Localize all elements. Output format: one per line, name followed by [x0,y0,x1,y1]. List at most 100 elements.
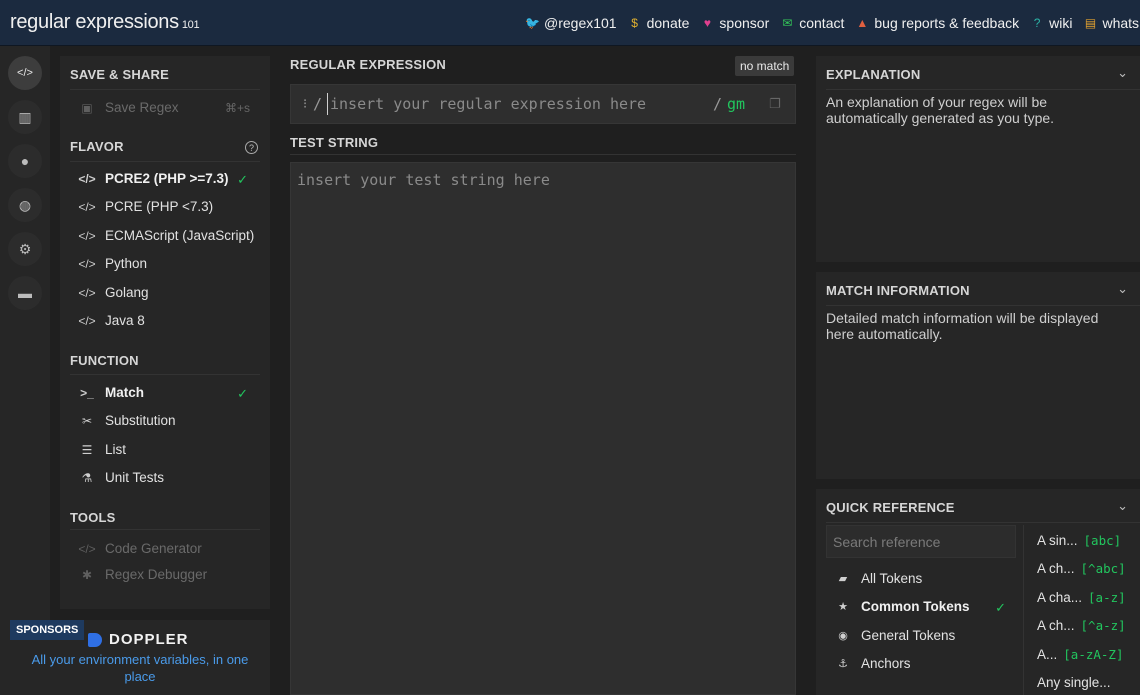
reference-token-label: A ch... [1037,618,1075,633]
divider [1023,525,1024,695]
chevron-down-icon[interactable]: ⌄ [1117,281,1128,297]
test-string-editor [290,162,796,695]
function-item[interactable]: ⚗ Unit Tests [78,470,164,485]
flavor-label: PCRE2 (PHP >=7.3) [105,171,229,186]
flavor-item[interactable]: </> Python [78,256,147,271]
reference-category[interactable]: ▰ All Tokens [836,571,923,586]
code-icon: </> [78,313,96,328]
flavor-item[interactable]: </> Golang [78,285,148,300]
header-links: 🐦 @regex101 $ donate ♥ sponsor ✉ contact ▲ bug re… [525,0,1140,46]
reference-category-label: All Tokens [861,571,923,586]
function-item[interactable]: >_ Match [78,385,144,400]
function-label: Unit Tests [105,470,165,485]
flavor-label: ECMAScript (JavaScript) [105,228,255,243]
reference-token[interactable]: Any single... [1037,675,1117,690]
function-item[interactable]: ☰ List [78,442,126,457]
doppler-logo: DOPPLER [88,631,189,648]
flavor-item[interactable]: </> PCRE (PHP <7.3) [78,199,213,214]
reference-category[interactable]: ◉ General Tokens [836,628,955,643]
function-label: Match [105,385,145,400]
header-link[interactable]: 🐦 @regex101 [525,15,617,31]
reference-category[interactable]: ★ Common Tokens [836,599,969,614]
sponsor-box[interactable]: SPONSORS DOPPLER All your environment va… [10,620,270,695]
function-label: Substitution [105,413,176,428]
flavor-item[interactable]: </> PCRE2 (PHP >=7.3) [78,171,229,186]
divider [826,305,1140,306]
header-link[interactable]: ▲ bug reports & feedback [855,15,1019,31]
save-regex-label: Save Regex [105,100,179,115]
scissors-icon: ✂ [81,413,93,428]
header-link-label: wiki [1049,15,1073,31]
chevron-down-icon[interactable]: ⌄ [1117,65,1128,81]
code-icon: </> [78,285,96,300]
chat-icon[interactable]: ▬ [8,276,42,310]
quiz-icon[interactable]: ◍ [8,188,42,222]
header-link[interactable]: ✉ contact [780,15,844,31]
flavor-label: PCRE (PHP <7.3) [105,199,214,214]
dollar-icon: $ [631,16,638,30]
save-regex-button[interactable]: ▣ Save Regex [78,100,179,115]
reference-category[interactable]: ⚓ Anchors [836,656,911,671]
header-link-label: sponsor [719,15,770,31]
code-icon: </> [78,256,96,271]
drag-handle-icon[interactable]: ⁝ [303,96,307,112]
account-icon[interactable]: ● [8,144,42,178]
site-logo[interactable]: regular expressions 101 [10,11,200,34]
reference-token[interactable]: A cha... [a-z] [1037,590,1126,605]
reference-token[interactable]: A ch... [^abc] [1037,561,1126,576]
explanation-body: An explanation of your regex will be aut… [826,94,1055,126]
chevron-down-icon[interactable]: ⌄ [1117,498,1128,514]
star-icon: ★ [838,601,848,613]
header-link-label: contact [799,15,845,31]
quick-reference-panel: QUICK REFERENCE ⌄ ▰ All Tokens ★ Common Tok… [816,489,1140,695]
reference-token-code: [abc] [1083,533,1122,548]
reference-token-label: A sin... [1037,533,1078,548]
test-string-title: TEST STRING [290,135,379,150]
library-icon[interactable]: ▥ [8,100,42,134]
reference-token-label: Any single... [1037,675,1111,690]
reference-token-code: [a-z] [1088,590,1126,605]
sponsors-badge: SPONSORS [10,620,85,640]
tool-item[interactable]: ✱ Regex Debugger [78,567,207,582]
anchor-icon: ⚓ [838,658,848,670]
reference-token[interactable]: A ch... [^a-z] [1037,618,1126,633]
regex-flags[interactable]: gm [727,95,745,113]
save-icon: ▣ [81,100,93,115]
regex-editor-icon[interactable]: </> [8,56,42,90]
header-link[interactable]: $ donate [628,15,689,31]
header-link[interactable]: ▤ whats new [1083,15,1140,31]
reference-token[interactable]: A sin... [abc] [1037,533,1121,548]
header-link[interactable]: ♥ sponsor [700,15,769,31]
sponsor-link[interactable]: All your environment variables, in one p… [30,651,250,685]
function-item[interactable]: ✂ Substitution [78,413,176,428]
header-link-label: @regex101 [544,15,617,31]
tools-title: TOOLS [70,510,116,525]
code-icon: </> [78,541,96,556]
quick-reference-title: QUICK REFERENCE [826,500,955,515]
flavor-item[interactable]: </> ECMAScript (JavaScript) [78,228,254,243]
explanation-title: EXPLANATION [826,67,921,82]
reference-token-label: A ch... [1037,561,1075,576]
function-label: List [105,442,127,457]
header-link-label: whats new [1102,15,1140,31]
flavor-item[interactable]: </> Java 8 [78,313,144,328]
regex-close-delimiter: / [713,95,723,113]
settings-icon[interactable]: ⚙ [8,232,42,266]
logo-text: regular expressions [10,11,179,33]
list-icon: ☰ [81,442,93,457]
test-string-input[interactable] [291,163,795,694]
match-information-title: MATCH INFORMATION [826,283,970,298]
header-link[interactable]: ? wiki [1030,15,1073,31]
flavor-help-icon[interactable]: ? [245,141,258,154]
check-icon: ✓ [237,386,248,401]
divider [826,522,1140,523]
regex-open-delimiter: / [313,95,323,113]
reference-token[interactable]: A... [a-zA-Z] [1037,647,1123,662]
copy-icon[interactable]: ❐ [769,96,781,112]
tool-item[interactable]: </> Code Generator [78,541,202,556]
reference-category-label: Anchors [861,656,911,671]
regex-input[interactable] [327,93,707,115]
reference-token-code: [^abc] [1080,561,1126,576]
reference-search-input[interactable] [826,525,1016,558]
match-information-panel: MATCH INFORMATION ⌄ Detailed match infor… [816,272,1140,479]
